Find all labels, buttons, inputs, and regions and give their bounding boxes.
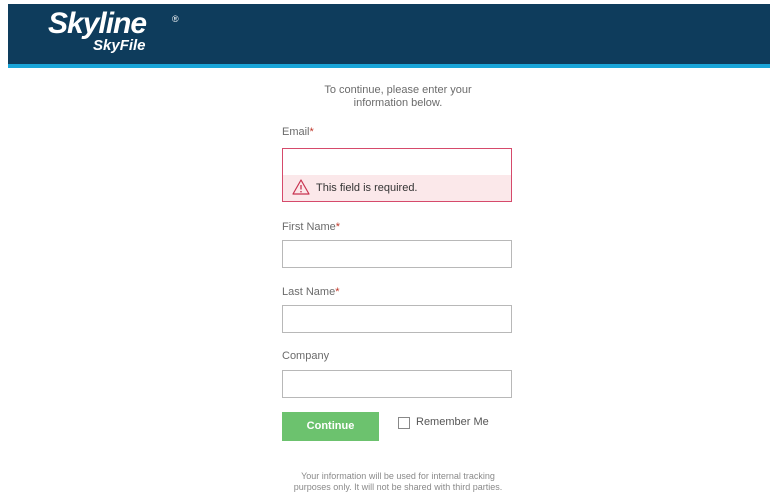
last-name-field[interactable] (282, 305, 512, 333)
warning-icon (292, 179, 310, 200)
required-mark: * (335, 286, 340, 298)
first-name-label: First Name* (282, 221, 340, 233)
privacy-line-2: purposes only. It will not be shared wit… (293, 482, 503, 492)
last-name-label-text: Last Name (282, 286, 336, 298)
header-bar: Skyline ® SkyFile (8, 4, 770, 68)
email-label-text: Email (282, 126, 310, 138)
required-mark: * (335, 221, 341, 233)
privacy-line-1: Your information will be used for intern… (301, 471, 495, 481)
company-field[interactable] (282, 370, 512, 398)
required-mark: * (309, 126, 314, 138)
email-label: Email* (282, 126, 314, 138)
first-name-field[interactable] (282, 240, 512, 268)
error-text: This field is required. (316, 182, 418, 194)
intro-text: To continue, please enter your informati… (282, 84, 514, 110)
last-name-label: Last Name* (282, 286, 339, 298)
company-label: Company (282, 350, 329, 362)
intro-line-2: information below. (353, 97, 443, 109)
remember-me-checkbox[interactable] (398, 417, 410, 429)
email-field[interactable] (282, 148, 512, 176)
skyline-logo: Skyline (48, 7, 147, 40)
first-name-label-text: First Name (282, 221, 336, 233)
intro-line-1: To continue, please enter your (324, 84, 472, 96)
company-label-text: Company (282, 350, 330, 362)
email-error-message: This field is required. (282, 175, 512, 202)
remember-me-label[interactable]: Remember Me (416, 416, 489, 428)
continue-button[interactable]: Continue (282, 412, 379, 441)
skyfile-logo: SkyFile (93, 37, 146, 54)
privacy-notice: Your information will be used for intern… (250, 471, 546, 493)
registered-mark: ® (172, 14, 179, 24)
